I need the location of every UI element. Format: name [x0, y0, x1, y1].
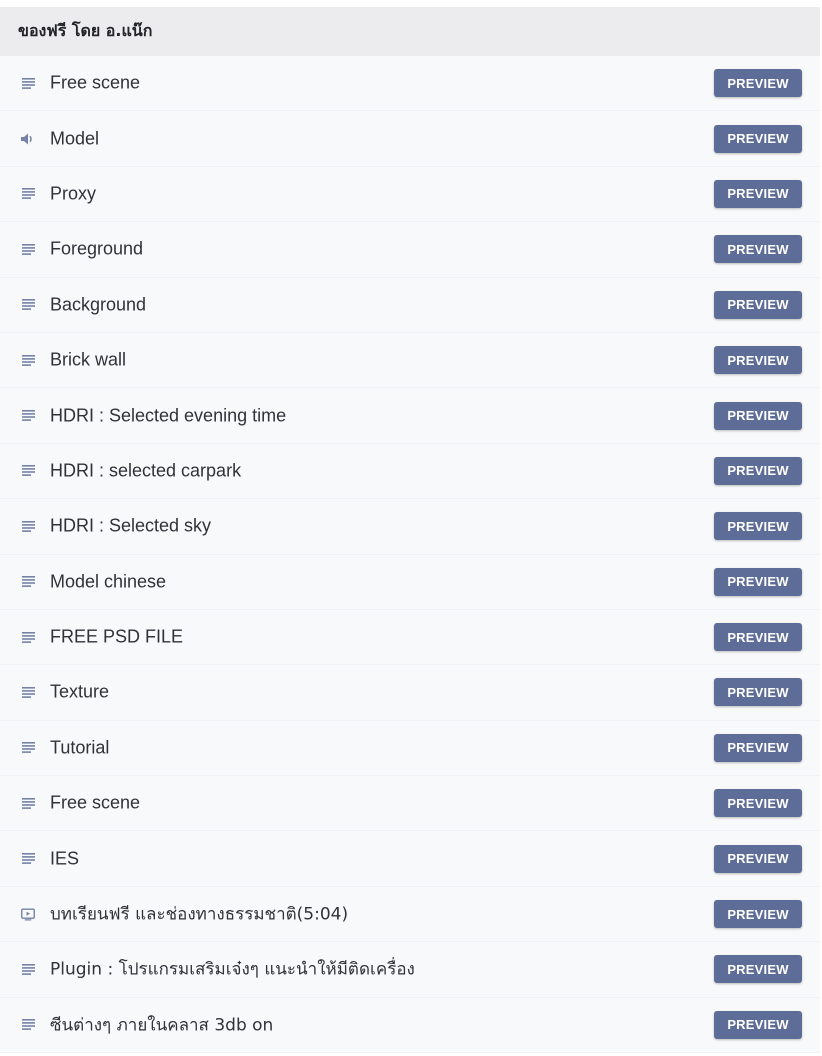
lesson-row[interactable]: HDRI : Selected sky PREVIEW	[0, 499, 820, 555]
text-lines-icon	[21, 298, 35, 312]
preview-button[interactable]: PREVIEW	[714, 456, 802, 485]
preview-button[interactable]: PREVIEW	[714, 955, 802, 984]
preview-button[interactable]: PREVIEW	[714, 900, 802, 929]
section-header: ของฟรี โดย อ.แน๊ก	[0, 7, 820, 56]
lesson-list: Free scene PREVIEW Model PREVIEW Proxy PREVIE…	[0, 56, 820, 1054]
preview-button[interactable]: PREVIEW	[714, 567, 802, 596]
lesson-row[interactable]: Free scene PREVIEW	[0, 56, 820, 112]
preview-button[interactable]: PREVIEW	[714, 678, 802, 707]
lesson-title[interactable]: Texture	[50, 682, 109, 703]
lesson-title[interactable]: HDRI : Selected evening time	[50, 405, 286, 426]
lesson-title[interactable]: Model chinese	[50, 571, 166, 592]
preview-button[interactable]: PREVIEW	[714, 124, 802, 153]
preview-button[interactable]: PREVIEW	[714, 1010, 802, 1039]
text-lines-icon	[21, 1018, 35, 1032]
lesson-row[interactable]: HDRI : selected carpark PREVIEW	[0, 444, 820, 500]
lesson-title[interactable]: Foreground	[50, 239, 143, 260]
lesson-row[interactable]: Texture PREVIEW	[0, 665, 820, 721]
text-lines-icon	[21, 242, 35, 256]
lesson-row[interactable]: Tutorial PREVIEW	[0, 721, 820, 777]
text-lines-icon	[21, 187, 35, 201]
text-lines-icon	[21, 796, 35, 810]
lesson-row[interactable]: ซีนต่างๆ ภายในคลาส 3db on PREVIEW	[0, 998, 820, 1054]
text-lines-icon	[21, 741, 35, 755]
preview-button[interactable]: PREVIEW	[714, 346, 802, 375]
lesson-title[interactable]: Free scene	[50, 73, 140, 94]
text-lines-icon	[21, 464, 35, 478]
preview-button[interactable]: PREVIEW	[714, 733, 802, 762]
text-lines-icon	[21, 519, 35, 533]
lesson-title[interactable]: HDRI : selected carpark	[50, 460, 241, 481]
text-lines-icon	[21, 575, 35, 589]
lesson-row[interactable]: IES PREVIEW	[0, 831, 820, 887]
preview-button[interactable]: PREVIEW	[714, 235, 802, 264]
text-lines-icon	[21, 685, 35, 699]
lesson-title[interactable]: Tutorial	[50, 737, 109, 758]
lesson-title[interactable]: HDRI : Selected sky	[50, 516, 211, 537]
lesson-title[interactable]: IES	[50, 848, 79, 869]
lesson-title[interactable]: บทเรียนฟรี และช่องทางธรรมชาติ(5:04)	[50, 901, 348, 928]
lesson-row[interactable]: Background PREVIEW	[0, 278, 820, 333]
lesson-row[interactable]: Free scene PREVIEW	[0, 776, 820, 832]
preview-button[interactable]: PREVIEW	[714, 789, 802, 818]
text-lines-icon	[21, 353, 35, 367]
preview-button[interactable]: PREVIEW	[714, 290, 802, 319]
preview-button[interactable]: PREVIEW	[714, 401, 802, 430]
lesson-title[interactable]: ซีนต่างๆ ภายในคลาส 3db on	[50, 1011, 273, 1038]
lesson-title[interactable]: FREE PSD FILE	[50, 627, 183, 648]
video-play-icon	[21, 907, 35, 921]
lesson-title[interactable]: Brick wall	[50, 350, 126, 371]
preview-button[interactable]: PREVIEW	[714, 844, 802, 873]
preview-button[interactable]: PREVIEW	[714, 69, 802, 98]
lesson-title[interactable]: Plugin : โปรแกรมเสริมเจ๋งๆ แนะนำให้มีติด…	[50, 956, 415, 983]
lesson-title[interactable]: Free scene	[50, 793, 140, 814]
lesson-title[interactable]: Background	[50, 294, 146, 315]
lesson-row[interactable]: Model PREVIEW	[0, 111, 820, 167]
lesson-title[interactable]: Model	[50, 128, 99, 149]
text-lines-icon	[21, 76, 35, 90]
text-lines-icon	[21, 630, 35, 644]
free-content-section: ของฟรี โดย อ.แน๊ก Free scene PREVIEW Model…	[0, 7, 820, 1054]
lesson-row[interactable]: FREE PSD FILE PREVIEW	[0, 610, 820, 666]
preview-button[interactable]: PREVIEW	[714, 512, 802, 541]
preview-button[interactable]: PREVIEW	[714, 179, 802, 208]
text-lines-icon	[21, 962, 35, 976]
lesson-title[interactable]: Proxy	[50, 183, 96, 204]
preview-button[interactable]: PREVIEW	[714, 623, 802, 652]
lesson-row[interactable]: Brick wall PREVIEW	[0, 333, 820, 389]
lesson-row[interactable]: Foreground PREVIEW	[0, 222, 820, 278]
audio-icon	[21, 132, 35, 146]
lesson-row[interactable]: Proxy PREVIEW	[0, 167, 820, 223]
lesson-row[interactable]: HDRI : Selected evening time PREVIEW	[0, 388, 820, 444]
lesson-row[interactable]: Plugin : โปรแกรมเสริมเจ๋งๆ แนะนำให้มีติด…	[0, 942, 820, 998]
text-lines-icon	[21, 852, 35, 866]
lesson-row[interactable]: บทเรียนฟรี และช่องทางธรรมชาติ(5:04) PREVI…	[0, 887, 820, 943]
text-lines-icon	[21, 409, 35, 423]
lesson-row[interactable]: Model chinese PREVIEW	[0, 555, 820, 610]
